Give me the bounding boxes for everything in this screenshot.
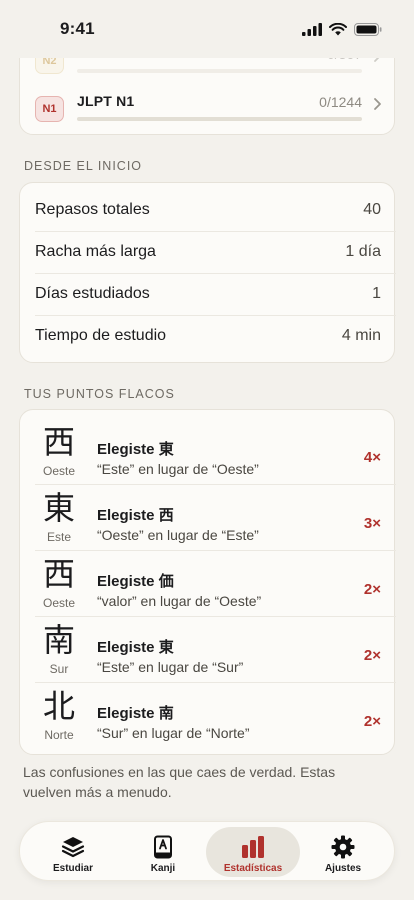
level-name: JLPT N1 — [77, 93, 135, 109]
status-icons — [302, 22, 382, 36]
confusion-count: 2× — [363, 647, 381, 664]
gear-icon — [331, 835, 355, 859]
confusion-detail: “Este” en lugar de “Sur” — [97, 659, 244, 675]
stat-row-study-time: Tiempo de estudio 4 min — [20, 315, 396, 357]
tab-study[interactable]: Estudiar — [26, 827, 120, 877]
tab-statistics[interactable]: Estadísticas — [206, 827, 300, 877]
confusion-title: Elegiste 南 — [97, 705, 174, 722]
confusion-detail: “Oeste” en lugar de “Este” — [97, 527, 259, 543]
level-progress-bar — [77, 117, 362, 121]
stat-value: 40 — [363, 201, 381, 218]
section-heading-since-start: DESDE EL INICIO — [24, 159, 143, 173]
chevron-right-icon — [374, 98, 381, 110]
confusion-title: Elegiste 西 — [97, 507, 174, 524]
bar-chart-icon — [242, 836, 264, 858]
kanji-character: 西 — [42, 555, 75, 593]
confusion-title: Elegiste 東 — [97, 441, 174, 458]
stat-value: 4 min — [341, 327, 381, 344]
stat-label: Racha más larga — [35, 243, 156, 260]
weak-points-footnote: Las confusiones en las que caes de verda… — [23, 764, 336, 800]
kanji-meaning: Norte — [44, 728, 74, 742]
tab-label: Estudiar — [52, 863, 93, 874]
weak-point-row[interactable]: 南 Sur Elegiste 東 “Este” en lugar de “Sur… — [20, 616, 396, 682]
statistics-screen: N2 JLPT N2 0/367 N1 JLPT N1 0/1244 DESDE… — [0, 0, 414, 900]
kanji-meaning: Este — [46, 530, 71, 544]
tab-label: Estadísticas — [223, 863, 283, 874]
kanji-book-icon — [154, 835, 172, 859]
confusion-detail: “Este” en lugar de “Oeste” — [97, 461, 259, 477]
confusion-detail: “Sur” en lugar de “Norte” — [97, 725, 250, 741]
kanji-character: 西 — [42, 423, 75, 461]
weak-points-card: 西 Oeste Elegiste 東 “Este” en lugar de “O… — [19, 409, 396, 755]
since-start-card: Repasos totales 40 Racha más larga 1 día… — [19, 182, 396, 363]
tab-settings[interactable]: Ajustes — [296, 827, 390, 877]
kanji-meaning: Oeste — [42, 464, 75, 478]
confusion-detail: “valor” en lugar de “Oeste” — [97, 593, 262, 609]
confusion-title: Elegiste 価 — [97, 573, 174, 590]
stat-value: 1 día — [345, 243, 381, 260]
confusion-count: 4× — [363, 449, 381, 466]
confusion-title: Elegiste 東 — [97, 639, 174, 656]
tab-kanji[interactable]: Kanji — [116, 827, 210, 877]
confusion-count: 2× — [363, 713, 381, 730]
level-progress-count: 0/1244 — [319, 94, 362, 110]
level-progress-bar — [77, 69, 362, 73]
level-row-n1[interactable]: N1 JLPT N1 0/1244 — [20, 87, 396, 131]
stat-row-days-studied: Días estudiados 1 — [20, 273, 396, 315]
kanji-character: 南 — [42, 621, 75, 659]
weak-point-row[interactable]: 北 Norte Elegiste 南 “Sur” en lugar de “No… — [20, 682, 396, 748]
status-time: 9:41 — [60, 19, 95, 38]
stat-value: 1 — [372, 285, 381, 302]
weak-point-row[interactable]: 東 Este Elegiste 西 “Oeste” en lugar de “E… — [20, 484, 396, 550]
kanji-meaning: Sur — [49, 662, 69, 676]
kanji-character: 東 — [42, 489, 75, 527]
tab-label: Kanji — [150, 863, 176, 874]
weak-point-row[interactable]: 西 Oeste Elegiste 価 “valor” en lugar de “… — [20, 550, 396, 616]
stat-label: Repasos totales — [35, 201, 150, 218]
stack-icon — [61, 837, 85, 858]
stat-row-longest-streak: Racha más larga 1 día — [20, 231, 396, 273]
wifi-icon — [329, 22, 347, 35]
stat-label: Tiempo de estudio — [35, 327, 167, 344]
confusion-count: 2× — [363, 581, 381, 598]
status-bar: 9:41 — [0, 0, 414, 58]
kanji-meaning: Oeste — [42, 596, 75, 610]
stat-label: Días estudiados — [35, 285, 150, 302]
tab-bar: Estudiar Kanji Estadísticas Ajustes — [19, 821, 395, 881]
confusion-count: 3× — [363, 515, 381, 532]
level-badge: N1 — [35, 96, 64, 122]
tab-label: Ajustes — [324, 863, 362, 874]
section-heading-weak-points: TUS PUNTOS FLACOS — [24, 387, 175, 401]
stat-row-total-reviews: Repasos totales 40 — [20, 189, 396, 231]
battery-icon — [354, 22, 382, 36]
cellular-signal-icon — [302, 22, 322, 36]
kanji-character: 北 — [42, 687, 75, 725]
weak-point-row[interactable]: 西 Oeste Elegiste 東 “Este” en lugar de “O… — [20, 418, 396, 484]
